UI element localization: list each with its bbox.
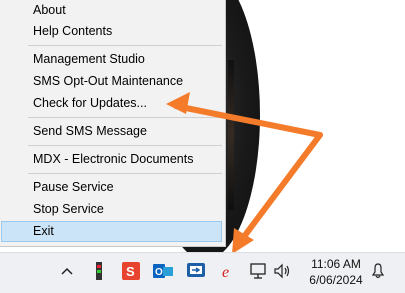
annotation-arrows: [166, 92, 323, 254]
speaker-icon[interactable]: [274, 262, 292, 280]
svg-text:e: e: [222, 264, 229, 280]
clock-time: 11:06 AM: [311, 257, 361, 271]
chevron-up-icon[interactable]: [60, 262, 74, 280]
arrow-head-check-updates: [166, 92, 190, 114]
svg-text:O: O: [155, 267, 163, 278]
e-app-icon[interactable]: e: [220, 262, 238, 280]
taskbar-clock[interactable]: 11:06 AM 6/06/2024: [306, 256, 366, 288]
app-s-icon[interactable]: S: [122, 262, 140, 280]
network-icon[interactable]: [250, 262, 268, 280]
notification-bell-icon[interactable]: [370, 262, 386, 280]
arrow-to-tray-icon: [237, 132, 323, 245]
svg-text:S: S: [126, 264, 135, 279]
outlook-icon[interactable]: O: [153, 262, 173, 280]
clock-date: 6/06/2024: [309, 273, 363, 287]
arrow-to-check-updates: [173, 103, 323, 138]
remote-desktop-icon[interactable]: [187, 262, 205, 280]
usb-drive-icon[interactable]: [93, 262, 105, 280]
